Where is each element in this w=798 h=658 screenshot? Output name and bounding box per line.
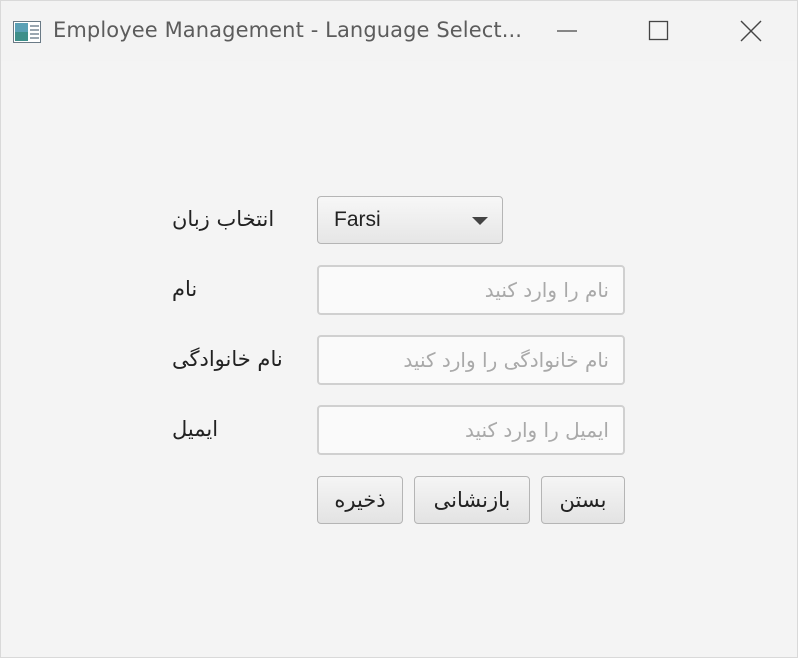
first-name-label: نام (172, 277, 198, 301)
close-button[interactable]: بستن (541, 476, 625, 524)
reset-button[interactable]: بازنشانی (414, 476, 530, 524)
chevron-down-icon (472, 217, 488, 225)
last-name-input[interactable] (317, 335, 625, 385)
minimize-icon (556, 20, 578, 42)
last-name-label: نام خانوادگی (172, 347, 283, 371)
maximize-icon (648, 20, 670, 42)
first-name-input[interactable] (317, 265, 625, 315)
email-input[interactable] (317, 405, 625, 455)
minimize-button[interactable] (521, 1, 613, 61)
title-bar[interactable]: Employee Management - Language Select... (1, 1, 797, 61)
app-window-icon (13, 21, 41, 43)
window-title: Employee Management - Language Select... (53, 18, 523, 42)
language-dropdown[interactable]: Farsi (317, 196, 503, 244)
save-button[interactable]: ذخیره (317, 476, 403, 524)
email-label: ایمیل (172, 417, 219, 441)
close-window-button[interactable] (705, 1, 797, 61)
app-window: Employee Management - Language Select...… (0, 0, 798, 658)
maximize-button[interactable] (613, 1, 705, 61)
form-container: انتخاب زبان Farsi نام نام خانوادگی ایمیل… (1, 61, 797, 657)
language-label: انتخاب زبان (172, 207, 275, 231)
language-selected-value: Farsi (334, 208, 381, 231)
close-icon (739, 19, 763, 43)
